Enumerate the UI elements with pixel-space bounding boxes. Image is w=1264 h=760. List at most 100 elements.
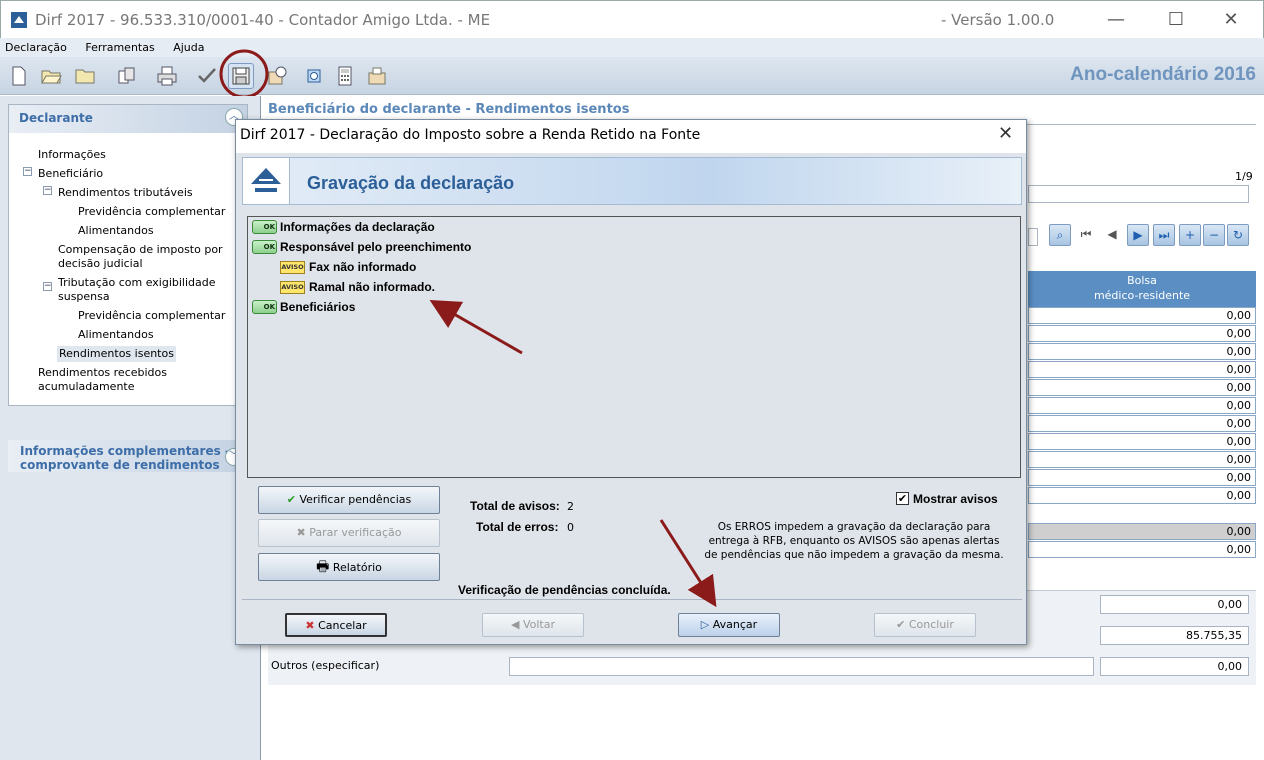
grid-cell[interactable]: 0,00 — [1028, 469, 1256, 486]
item-informacoes[interactable]: Informações da declaração — [280, 220, 435, 234]
check-icon: ✔ — [896, 618, 906, 631]
declarante-header[interactable]: Declarante — [9, 105, 247, 133]
voltar-label: Voltar — [522, 618, 555, 631]
add-record-icon[interactable]: + — [1179, 224, 1201, 246]
item-responsavel[interactable]: Responsável pelo preenchimento — [280, 240, 471, 254]
stop-x-icon: ✖ — [296, 526, 306, 539]
next-record-icon[interactable]: ▶ — [1127, 224, 1149, 246]
tree-expand-icon[interactable]: − — [23, 167, 32, 176]
menu-declaracao[interactable]: Declaração — [5, 38, 67, 57]
open-folder-icon[interactable] — [38, 63, 64, 89]
relatorio-button[interactable]: 🖶 Relatório — [258, 553, 440, 581]
tree-compensacao-line1[interactable]: Compensação de imposto por — [58, 243, 223, 257]
ok-icon: OK — [252, 240, 277, 254]
concluir-label: Concluir — [908, 618, 954, 631]
first-record-icon[interactable]: ⏮ — [1075, 224, 1097, 246]
title-bar: Dirf 2017 - 96.533.310/0001-40 - Contado… — [0, 0, 1264, 38]
background-field-edge — [1028, 228, 1038, 246]
item-beneficiarios[interactable]: Beneficiários — [280, 300, 355, 314]
window-title: Dirf 2017 - 96.533.310/0001-40 - Contado… — [35, 11, 491, 29]
grid-cell[interactable]: 0,00 — [1028, 541, 1256, 558]
grid-cell[interactable]: 0,00 — [1028, 361, 1256, 378]
grid-cell[interactable]: 0,00 — [1028, 487, 1256, 504]
grid-cell[interactable]: 0,00 — [1028, 451, 1256, 468]
avancar-label: Avançar — [712, 618, 758, 631]
folder-icon[interactable] — [72, 63, 98, 89]
cancelar-label: Cancelar — [318, 619, 367, 632]
find-record-icon[interactable]: ⌕ — [1049, 224, 1071, 246]
tree-previdencia-2[interactable]: Previdência complementar — [78, 309, 225, 323]
voltar-button[interactable]: ◀ Voltar — [482, 613, 584, 637]
tree-rendimentos-tributaveis[interactable]: Rendimentos tributáveis — [58, 186, 193, 200]
column-header-line1: Bolsa — [1127, 274, 1157, 287]
tree-expand-icon[interactable]: − — [43, 186, 52, 195]
grid-cell[interactable]: 0,00 — [1028, 415, 1256, 432]
relatorio-label: Relatório — [332, 561, 382, 574]
tree-compensacao-line2[interactable]: decisão judicial — [58, 257, 143, 271]
record-navigator: ⌕ ⏮ ◀ ▶ ⏭ + − ↻ — [1047, 224, 1252, 246]
info-complementares-line2: comprovante de rendimentos — [20, 458, 220, 472]
app-version: - Versão 1.00.0 — [941, 11, 1055, 29]
page-heading: Beneficiário do declarante - Rendimentos… — [268, 102, 630, 117]
prev-record-icon[interactable]: ◀ — [1101, 224, 1123, 246]
new-file-icon[interactable] — [6, 63, 32, 89]
parar-verificacao-button[interactable]: ✖ Parar verificação — [258, 519, 440, 547]
tree-informacoes[interactable]: Informações — [38, 148, 106, 162]
tree-tributacao-line1[interactable]: Tributação com exigibilidade — [58, 276, 216, 290]
mostrar-avisos-checkbox[interactable]: ✔ — [896, 492, 909, 505]
avancar-button[interactable]: ▷ Avançar — [678, 613, 780, 637]
total-field-1[interactable]: 0,00 — [1100, 595, 1249, 614]
dialog-title: Dirf 2017 - Declaração do Imposto sobre … — [240, 127, 701, 143]
pendencias-list — [247, 216, 1021, 478]
printer-icon: 🖶 — [316, 559, 330, 575]
maximize-button[interactable]: ☐ — [1161, 7, 1191, 33]
refresh-record-icon[interactable]: ↻ — [1227, 224, 1249, 246]
close-window-button[interactable]: ✕ — [1216, 7, 1246, 33]
dialog-divider — [242, 599, 1022, 600]
grid-cell[interactable]: 0,00 — [1028, 397, 1256, 414]
tree-alimentandos[interactable]: Alimentandos — [78, 224, 154, 238]
tree-rrc-line2[interactable]: acumuladamente — [38, 380, 135, 394]
total-avisos-label: Total de avisos: — [470, 499, 560, 513]
tree-rrc-line1[interactable]: Rendimentos recebidos — [38, 366, 167, 380]
last-record-icon[interactable]: ⏭ — [1153, 224, 1175, 246]
grid-cell[interactable]: 0,00 — [1028, 307, 1256, 324]
info-complementares-header[interactable]: Informações complementares - comprovante… — [8, 440, 248, 472]
copy-icon[interactable] — [114, 63, 140, 89]
back-arrow-icon: ◀ — [510, 618, 520, 631]
tree-previdencia[interactable]: Previdência complementar — [78, 205, 225, 219]
grid-cell[interactable]: 0,00 — [1028, 433, 1256, 450]
total-field-2[interactable]: 85.755,35 — [1100, 626, 1249, 645]
outros-description-field[interactable] — [509, 657, 1094, 676]
print-icon[interactable] — [154, 63, 180, 89]
outros-value-field[interactable]: 0,00 — [1100, 657, 1249, 676]
item-ramal[interactable]: Ramal não informado. — [309, 280, 435, 294]
remove-record-icon[interactable]: − — [1203, 224, 1225, 246]
cancelar-button[interactable]: ✖ Cancelar — [285, 613, 387, 637]
minimize-button[interactable]: — — [1101, 7, 1131, 33]
transmit-icon[interactable] — [364, 63, 390, 89]
tree-expand-icon[interactable]: − — [43, 282, 52, 291]
mostrar-avisos-label[interactable]: Mostrar avisos — [913, 492, 998, 506]
calculator-icon[interactable] — [332, 63, 358, 89]
column-header-line2: médico-residente — [1093, 289, 1191, 302]
verificar-pendencias-button[interactable]: ✔ Verificar pendências — [258, 486, 440, 514]
tree-rendimentos-isentos[interactable]: Rendimentos isentos — [57, 346, 176, 362]
tree-beneficiario[interactable]: Beneficiário — [38, 167, 103, 181]
concluir-button[interactable]: ✔ Concluir — [874, 613, 976, 637]
dialog-close-button[interactable]: ✕ — [998, 123, 1013, 144]
receita-logo-icon — [242, 157, 290, 205]
grid-cell[interactable]: 0,00 — [1028, 379, 1256, 396]
menu-ferramentas[interactable]: Ferramentas — [85, 38, 154, 57]
tree-tributacao-line2[interactable]: suspensa — [58, 290, 110, 304]
menu-ajuda[interactable]: Ajuda — [173, 38, 204, 57]
tree-alimentandos-2[interactable]: Alimentandos — [78, 328, 154, 342]
search-icon[interactable] — [302, 63, 328, 89]
background-search-field[interactable] — [1028, 185, 1249, 203]
item-fax[interactable]: Fax não informado — [309, 260, 416, 274]
total-erros-label: Total de erros: — [476, 520, 559, 534]
grid-cell-total: 0,00 — [1028, 523, 1256, 540]
grid-cell[interactable]: 0,00 — [1028, 325, 1256, 342]
grid-cell[interactable]: 0,00 — [1028, 343, 1256, 360]
check-icon[interactable] — [194, 63, 220, 89]
